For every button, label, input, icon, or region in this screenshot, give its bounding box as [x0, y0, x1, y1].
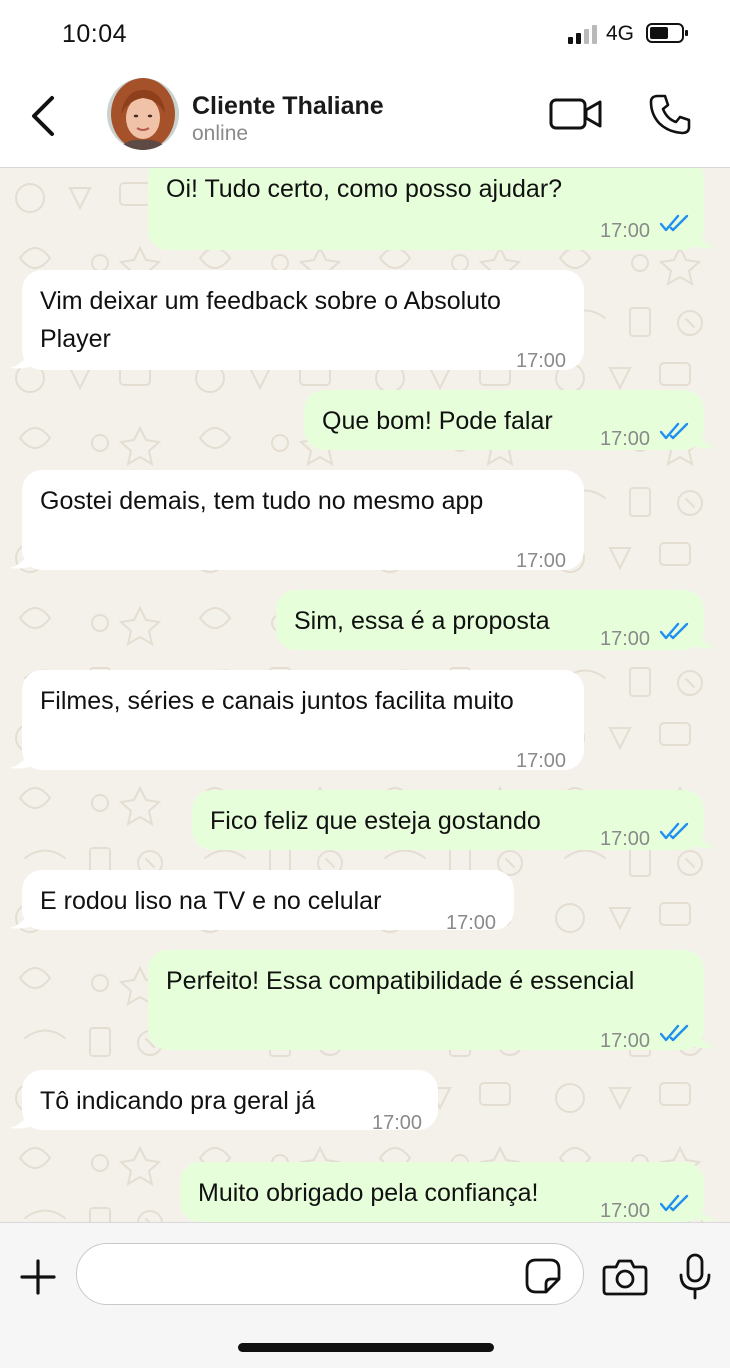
bubble-tail — [690, 226, 716, 249]
incoming-message[interactable]: Gostei demais, tem tudo no mesmo app 17:0… — [10, 470, 584, 572]
read-ticks-icon — [660, 622, 689, 640]
message-time: 17:00 — [516, 750, 567, 772]
message-text: Perfeito! Essa compatibilidade é essenci… — [166, 967, 635, 995]
bubble-tail — [690, 426, 716, 449]
message-text: Tô indicando pra geral já — [40, 1087, 316, 1115]
contact-status: online — [192, 122, 249, 145]
outgoing-message[interactable]: Perfeito! Essa compatibilidade é essenci… — [148, 950, 716, 1052]
incoming-message[interactable]: Tô indicando pra geral já 17:00 — [10, 1070, 438, 1134]
contact-name: Cliente Thaliane — [192, 92, 384, 120]
message-text: Oi! Tudo certo, como posso ajudar? — [166, 175, 563, 203]
phone-icon[interactable] — [648, 92, 692, 136]
plus-icon[interactable] — [18, 1257, 58, 1297]
message-time: 17:00 — [600, 428, 651, 450]
incoming-message[interactable]: Vim deixar um feedback sobre o Absoluto … — [10, 270, 584, 372]
message-time: 17:00 — [600, 628, 651, 650]
message-time: 17:00 — [516, 550, 567, 572]
read-ticks-icon — [660, 214, 689, 232]
bubble-tail — [10, 546, 36, 569]
bubble-tail — [690, 1198, 716, 1221]
bubble-tail — [690, 1026, 716, 1049]
network-type: 4G — [606, 22, 635, 45]
read-ticks-icon — [660, 1024, 689, 1042]
chat-area[interactable]: Oi! Tudo certo, como posso ajudar? 17:00 V… — [0, 168, 730, 1222]
message-text: Gostei demais, tem tudo no mesmo app — [40, 487, 484, 515]
status-time: 10:04 — [62, 20, 128, 48]
message-input[interactable] — [76, 1243, 584, 1305]
sticker-icon[interactable] — [524, 1257, 562, 1295]
battery-icon — [646, 23, 688, 43]
camera-icon[interactable] — [602, 1257, 648, 1297]
message-time: 17:00 — [372, 1112, 423, 1134]
outgoing-message[interactable]: Oi! Tudo certo, como posso ajudar? 17:00 — [148, 168, 716, 250]
read-ticks-icon — [660, 1194, 689, 1212]
bubble-tail — [10, 906, 36, 929]
avatar[interactable] — [107, 78, 179, 150]
message-text: E rodou liso na TV e no celular — [40, 887, 382, 915]
bubble-tail — [690, 826, 716, 849]
outgoing-message[interactable]: Que bom! Pode falar 17:00 — [304, 390, 716, 450]
message-text: Vim deixar um feedback sobre o Absoluto … — [40, 287, 501, 353]
video-camera-icon[interactable] — [549, 96, 603, 132]
message-time: 17:00 — [600, 220, 651, 242]
message-time: 17:00 — [600, 1030, 651, 1052]
read-ticks-icon — [660, 422, 689, 440]
outgoing-message[interactable]: Sim, essa é a proposta 17:00 — [276, 590, 716, 650]
home-indicator — [238, 1343, 494, 1352]
outgoing-message[interactable]: Fico feliz que esteja gostando 17:00 — [192, 790, 716, 850]
read-ticks-icon — [660, 822, 689, 840]
message-text: Filmes, séries e canais juntos facilita … — [40, 687, 514, 715]
incoming-message[interactable]: Filmes, séries e canais juntos facilita … — [10, 670, 584, 772]
bubble-tail — [10, 1106, 36, 1129]
bubble-tail — [690, 626, 716, 649]
incoming-message[interactable]: E rodou liso na TV e no celular 17:00 — [10, 870, 514, 934]
bubble-tail — [10, 746, 36, 769]
message-time: 17:00 — [600, 1200, 651, 1222]
chat-header: Cliente Thaliane online — [0, 70, 730, 168]
composer-bar — [0, 1222, 730, 1368]
message-time: 17:00 — [446, 912, 497, 934]
message-time: 17:00 — [516, 350, 567, 372]
signal-icon — [568, 25, 597, 44]
microphone-icon[interactable] — [678, 1253, 712, 1301]
status-bar: 10:04 4G — [0, 0, 730, 70]
bubble-tail — [10, 346, 36, 369]
message-time: 17:00 — [600, 828, 651, 850]
outgoing-message[interactable]: Muito obrigado pela confiança! 17:00 — [180, 1162, 716, 1222]
back-arrow-icon[interactable] — [26, 92, 60, 140]
